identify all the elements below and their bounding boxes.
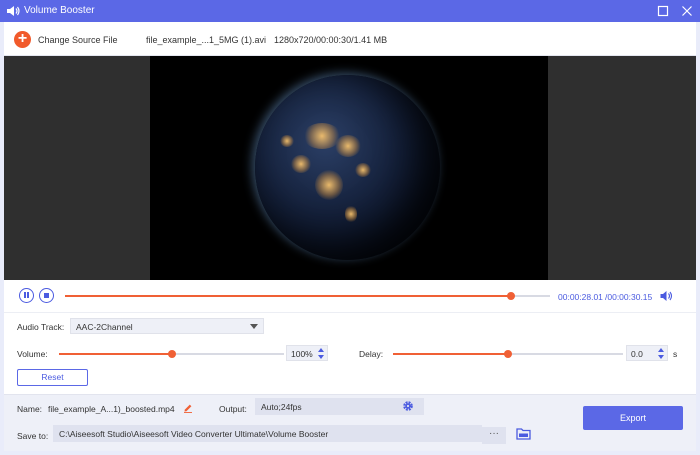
chevron-down-icon <box>250 324 258 329</box>
output-panel: Name: file_example_A...1)_boosted.mp4 Ou… <box>4 394 696 451</box>
total-time: /00:00:30.15 <box>605 292 653 302</box>
audio-track-value: AAC-2Channel <box>76 322 133 332</box>
delay-unit: s <box>673 349 678 359</box>
pause-icon[interactable] <box>19 288 34 303</box>
close-icon[interactable] <box>680 4 694 18</box>
save-path-field[interactable]: C:\Aiseesoft Studio\Aiseesoft Video Conv… <box>53 425 482 442</box>
video-preview <box>4 56 696 280</box>
playback-controls: 00:00:28.01 /00:00:30.15 <box>4 280 696 312</box>
timeline-handle[interactable] <box>507 292 516 300</box>
folder-icon[interactable] <box>516 427 531 440</box>
output-format-field[interactable]: Auto;24fps <box>255 398 424 415</box>
volume-icon <box>7 6 20 16</box>
audio-track-label: Audio Track: <box>17 322 65 332</box>
export-button[interactable]: Export <box>583 406 683 430</box>
source-file-name: file_example_...1_5MG (1).avi <box>146 35 267 45</box>
volume-slider-handle[interactable] <box>167 350 176 358</box>
volume-input[interactable]: 100% <box>286 345 328 361</box>
plus-icon: + <box>17 30 28 47</box>
volume-decrease-icon[interactable] <box>318 355 324 359</box>
earth-image <box>255 75 440 260</box>
window-title: Volume Booster <box>24 5 95 16</box>
audio-track-select[interactable]: AAC-2Channel <box>70 318 264 334</box>
save-path-value: C:\Aiseesoft Studio\Aiseesoft Video Conv… <box>59 429 329 439</box>
output-file-name: file_example_A...1)_boosted.mp4 <box>48 404 175 414</box>
delay-decrease-icon[interactable] <box>658 355 664 359</box>
add-source-button[interactable]: + <box>14 30 31 48</box>
volume-slider-fill <box>59 353 172 355</box>
maximize-icon[interactable] <box>656 4 670 18</box>
delay-increase-icon[interactable] <box>658 348 664 352</box>
edit-icon[interactable] <box>183 403 193 413</box>
name-label: Name: <box>17 404 43 414</box>
delay-slider-fill <box>393 353 508 355</box>
reset-button[interactable]: Reset <box>17 369 88 386</box>
volume-slider[interactable] <box>59 350 284 358</box>
current-time: 00:00:28.01 <box>558 292 603 302</box>
source-bar: + Change Source File file_example_...1_5… <box>4 22 696 56</box>
delay-slider[interactable] <box>393 350 623 358</box>
output-format-value: Auto;24fps <box>261 402 302 412</box>
video-frame <box>150 56 548 280</box>
delay-input[interactable]: 0.0 <box>626 345 668 361</box>
audio-settings: Audio Track: AAC-2Channel Volume: 100% D… <box>4 312 696 394</box>
save-to-label: Save to: <box>17 431 49 441</box>
output-label: Output: <box>219 404 247 414</box>
gear-icon[interactable] <box>402 400 414 412</box>
browse-more-button[interactable]: ··· <box>482 427 506 444</box>
change-source-label[interactable]: Change Source File <box>38 35 118 45</box>
delay-slider-handle[interactable] <box>504 350 512 358</box>
title-bar: Volume Booster <box>0 0 700 22</box>
stop-icon[interactable] <box>39 288 54 303</box>
volume-label: Volume: <box>17 349 48 359</box>
speaker-icon[interactable] <box>660 290 673 302</box>
delay-label: Delay: <box>359 349 384 359</box>
volume-increase-icon[interactable] <box>318 348 324 352</box>
source-file-info: 1280x720/00:00:30/1.41 MB <box>274 35 388 45</box>
timeline-slider[interactable] <box>65 292 550 300</box>
timeline-progress <box>65 295 512 297</box>
delay-value: 0.0 <box>631 349 643 359</box>
volume-value: 100% <box>291 349 313 359</box>
